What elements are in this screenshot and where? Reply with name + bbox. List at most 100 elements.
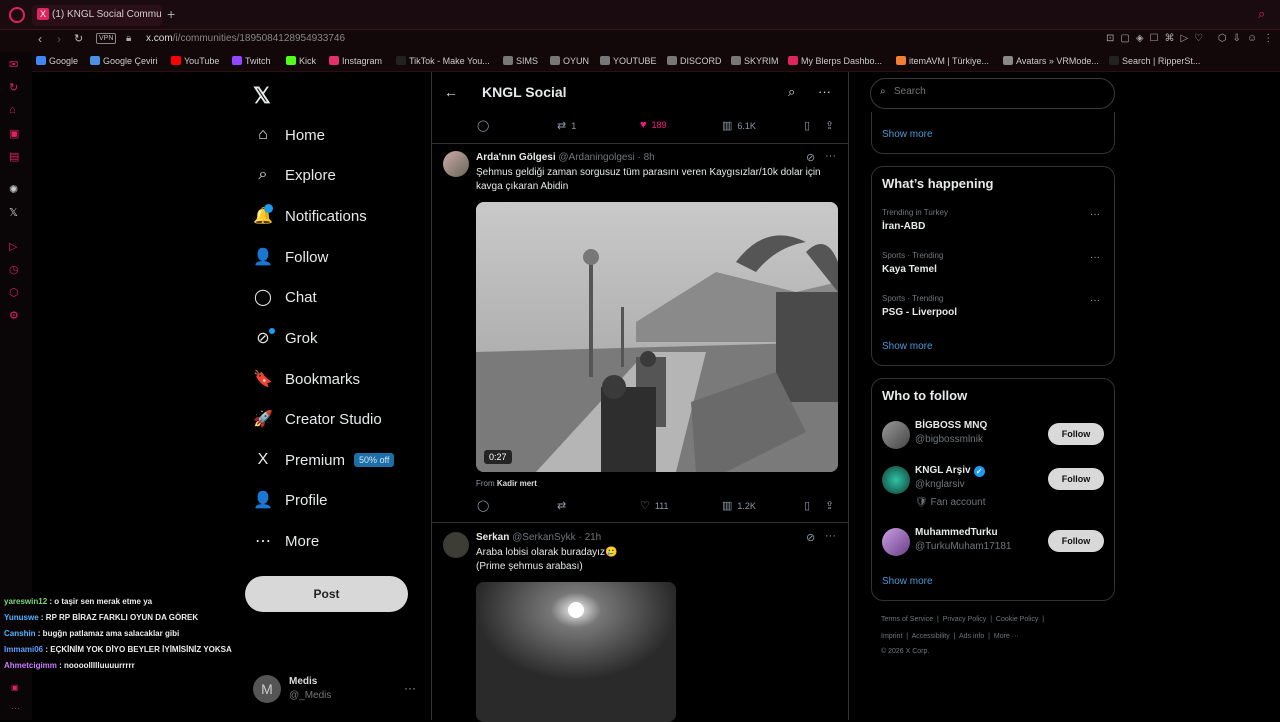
tweet-video[interactable] bbox=[476, 202, 838, 472]
reply-button[interactable]: ◯ bbox=[477, 119, 494, 132]
bookmark-item[interactable]: Search | RipperSt... bbox=[1109, 56, 1200, 66]
follow-suggestion-handle[interactable]: @TurkuMuham17181 bbox=[915, 541, 1012, 552]
follow-suggestion-name[interactable]: BİGBOSS MNQ bbox=[915, 420, 987, 431]
search-input[interactable] bbox=[894, 86, 1094, 97]
share-button[interactable]: ⇪ bbox=[825, 119, 839, 132]
community-search-icon[interactable]: ⌕ bbox=[788, 84, 795, 100]
avatar[interactable] bbox=[882, 421, 910, 449]
sidebar-refresh-icon[interactable]: ↻ bbox=[9, 81, 18, 94]
browser-tab[interactable]: X (1) KNGL Social Communit bbox=[32, 5, 162, 26]
views-button[interactable]: ▥ 1.2K bbox=[722, 499, 756, 512]
bookmark-item[interactable]: YouTube bbox=[171, 56, 219, 66]
lock-icon[interactable]: 🔒︎ bbox=[126, 33, 131, 44]
nav-item-follow[interactable]: 👤 Follow bbox=[252, 242, 328, 272]
bookmark-item[interactable]: itemAVM | Türkiye... bbox=[896, 56, 989, 66]
footer-link[interactable]: Privacy Policy bbox=[943, 616, 987, 623]
follow-button[interactable]: Follow bbox=[1048, 468, 1104, 490]
bookmark-item[interactable]: OYUN bbox=[550, 56, 589, 66]
avatar[interactable]: M bbox=[253, 675, 281, 703]
community-more-icon[interactable]: ··· bbox=[818, 84, 831, 99]
bookmark-item[interactable]: DISCORD bbox=[667, 56, 722, 66]
sidebar-mail-icon[interactable]: ✉ bbox=[9, 58, 18, 71]
tweet-more-icon[interactable]: ··· bbox=[825, 530, 836, 542]
bookmark-item[interactable]: YOUTUBE bbox=[600, 56, 657, 66]
opera-logo-icon[interactable] bbox=[9, 7, 25, 23]
nav-item-explore[interactable]: ⌕ Explore bbox=[252, 160, 336, 190]
back-arrow-icon[interactable]: ← bbox=[444, 84, 458, 100]
follow-suggestion-handle[interactable]: @knglarsiv bbox=[915, 479, 965, 490]
tweet-author-name[interactable]: Arda'nın Gölgesi bbox=[476, 152, 556, 163]
grok-analyze-icon[interactable]: ⊘ bbox=[806, 531, 815, 544]
sidebar-cube-icon[interactable]: ⬡ bbox=[9, 286, 19, 299]
tweet-handle[interactable]: @Ardaningolgesi bbox=[558, 152, 634, 163]
share-button[interactable]: ⇪ bbox=[825, 499, 839, 512]
reply-button[interactable]: ◯ bbox=[477, 499, 494, 512]
extension-icons[interactable]: ⊡▢◈☐⌘▷♡ ⬡⇩☺⋮ bbox=[1106, 33, 1279, 44]
back-icon[interactable]: ‹ bbox=[38, 32, 42, 46]
follow-button[interactable]: Follow bbox=[1048, 530, 1104, 552]
follow-suggestion-name[interactable]: KNGL Arşiv ✓ bbox=[915, 465, 985, 477]
bookmark-button[interactable]: ▯ bbox=[804, 499, 815, 512]
forward-icon[interactable]: › bbox=[57, 32, 61, 46]
bookmark-item[interactable]: SKYRIM bbox=[731, 56, 779, 66]
bookmark-item[interactable]: Kick bbox=[286, 56, 316, 66]
tweet-time[interactable]: 21h bbox=[585, 532, 602, 543]
reload-icon[interactable]: ↻ bbox=[74, 32, 83, 45]
nav-item-chat[interactable]: ◯ Chat bbox=[252, 282, 317, 312]
bookmark-item[interactable]: Twitch bbox=[232, 56, 271, 66]
trend-more-icon[interactable]: ··· bbox=[1090, 209, 1100, 220]
tweet-author-name[interactable]: Serkan bbox=[476, 532, 509, 543]
bookmark-item[interactable]: My Blerps Dashbo... bbox=[788, 56, 882, 66]
nav-item-bookmarks[interactable]: 🔖 Bookmarks bbox=[252, 364, 360, 394]
follow-suggestion-handle[interactable]: @bigbossmlnik bbox=[915, 434, 983, 445]
nav-item-profile[interactable]: 👤 Profile bbox=[252, 485, 328, 515]
repost-button[interactable]: ⇄ 1 bbox=[557, 119, 576, 132]
trend-name[interactable]: PSG - Liverpool bbox=[882, 307, 957, 318]
footer-link[interactable]: Terms of Service bbox=[881, 616, 933, 623]
bookmark-item[interactable]: Google Çeviri bbox=[90, 56, 158, 66]
sidebar-settings-icon[interactable]: ⚙ bbox=[9, 309, 19, 322]
footer-link[interactable]: Ads info bbox=[959, 633, 984, 640]
bookmark-item[interactable]: TikTok - Make You... bbox=[396, 56, 490, 66]
avatar[interactable] bbox=[443, 532, 469, 558]
sidebar-image-icon[interactable]: ▣ bbox=[9, 127, 19, 140]
bookmark-item[interactable]: SIMS bbox=[503, 56, 538, 66]
sidebar-m-icon[interactable]: ▤ bbox=[9, 150, 19, 163]
tweet-image[interactable] bbox=[476, 582, 676, 722]
nav-item-more[interactable]: ⋯ More bbox=[252, 526, 319, 556]
show-more-link[interactable]: Show more bbox=[882, 129, 933, 140]
tweet-more-icon[interactable]: ··· bbox=[825, 150, 836, 162]
bookmark-item[interactable]: Instagram bbox=[329, 56, 382, 66]
like-button[interactable]: ♡ 111 bbox=[640, 499, 669, 512]
vpn-badge[interactable]: VPN bbox=[96, 33, 117, 44]
bookmark-button[interactable]: ▯ bbox=[804, 119, 815, 132]
repost-button[interactable]: ⇄ bbox=[557, 499, 571, 512]
trend-more-icon[interactable]: ··· bbox=[1090, 295, 1100, 306]
account-name[interactable]: Medis bbox=[289, 676, 317, 687]
show-more-link[interactable]: Show more bbox=[882, 576, 933, 587]
avatar[interactable] bbox=[443, 151, 469, 177]
grok-analyze-icon[interactable]: ⊘ bbox=[806, 151, 815, 164]
url-field[interactable]: x.com/i/communities/1895084128954933746 bbox=[146, 33, 345, 44]
footer-link[interactable]: Cookie Policy bbox=[996, 616, 1038, 623]
nav-item-creator-studio[interactable]: 🚀 Creator Studio bbox=[252, 404, 382, 434]
new-tab-button[interactable]: + bbox=[167, 6, 175, 22]
sidebar-bag-icon[interactable]: ⌂ bbox=[9, 104, 16, 116]
footer-link[interactable]: Imprint bbox=[881, 633, 902, 640]
x-logo-icon[interactable]: 𝕏 bbox=[253, 83, 271, 109]
follow-button[interactable]: Follow bbox=[1048, 423, 1104, 445]
trend-name[interactable]: İran-ABD bbox=[882, 221, 925, 232]
follow-suggestion-name[interactable]: MuhammedTurku bbox=[915, 527, 998, 538]
bookmark-item[interactable]: Google bbox=[36, 56, 78, 66]
tweet-handle[interactable]: @SerkanSykk bbox=[512, 532, 576, 543]
footer-link[interactable]: Accessibility bbox=[912, 633, 950, 640]
bookmark-item[interactable]: Avatars » VRMode... bbox=[1003, 56, 1099, 66]
account-handle[interactable]: @_Medis bbox=[289, 690, 331, 701]
nav-item-home[interactable]: ⌂ Home bbox=[252, 120, 325, 150]
avatar[interactable] bbox=[882, 528, 910, 556]
views-button[interactable]: ▥ 6.1K bbox=[722, 119, 756, 132]
sidebar-chatgpt-icon[interactable]: ✺ bbox=[9, 183, 18, 196]
from-user[interactable]: Kadir mert bbox=[497, 479, 537, 488]
sidebar-play-icon[interactable]: ▷ bbox=[9, 240, 17, 253]
footer-link[interactable]: More ··· bbox=[994, 633, 1019, 640]
